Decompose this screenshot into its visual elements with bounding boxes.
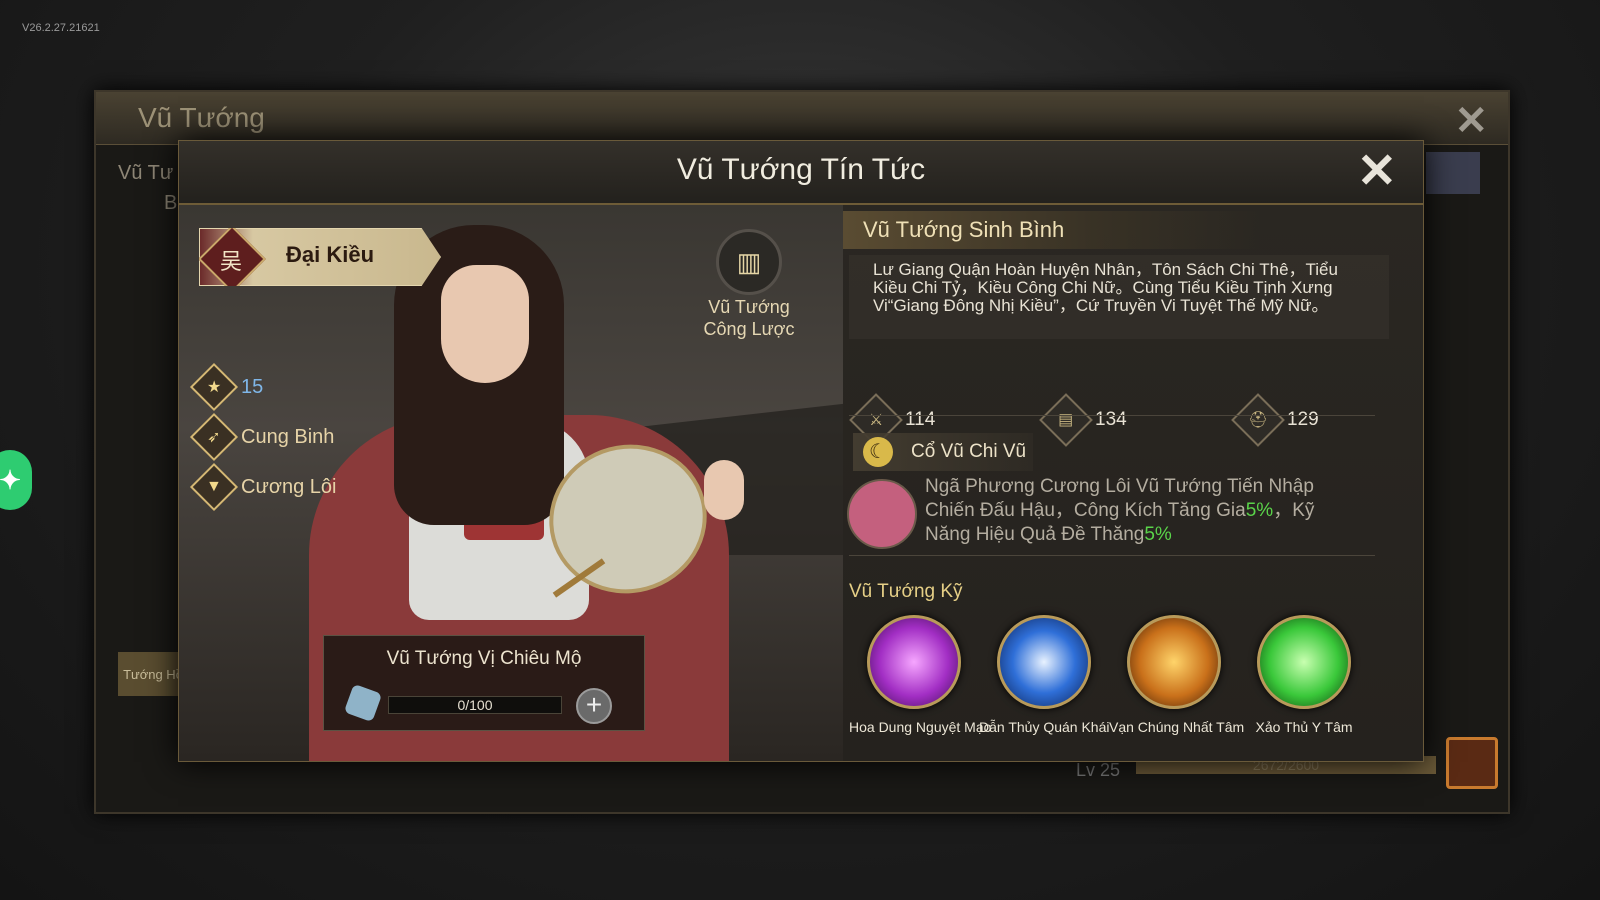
version-label: V26.2.27.21621 xyxy=(22,22,100,34)
recruit-progress-bar: 0/100 xyxy=(388,696,562,714)
strategy-guide-button[interactable]: ▥ Vũ Tướng Công Lược xyxy=(699,229,799,339)
type-icon: ▼ xyxy=(189,462,239,512)
background-level: Lv 25 xyxy=(1076,760,1121,780)
add-shards-button[interactable]: + xyxy=(576,688,612,724)
star-level-row: ★ 15 xyxy=(189,362,264,412)
background-action-button[interactable] xyxy=(1446,737,1498,789)
skill-icon xyxy=(1127,615,1221,709)
hero-info-modal: Vũ Tướng Tín Tức ✕ 吴 Đại Kiều ★ 15 ➶ Cun… xyxy=(178,140,1424,762)
biography-text: Lư Giang Quận Hoàn Huyện Nhân，Tôn Sách C… xyxy=(873,260,1338,315)
passive-value-1: 5% xyxy=(1245,500,1274,521)
app-side-icon[interactable]: ✦ xyxy=(0,450,32,510)
close-icon[interactable]: ✕ xyxy=(1357,143,1397,199)
helmet-icon: ⛑ xyxy=(1231,393,1285,447)
star-icon: ★ xyxy=(189,362,239,412)
class-label: Cung Binh xyxy=(241,425,335,448)
background-tab-label: Vũ Tư xyxy=(118,162,174,184)
recruit-title: Vũ Tướng Vị Chiêu Mộ xyxy=(386,648,582,669)
faction-char: 吴 xyxy=(220,249,243,274)
skills-heading: Vũ Tướng Kỹ xyxy=(849,581,963,602)
skill-label: Xảo Thủ Y Tâm xyxy=(1255,719,1353,735)
skill-dan-thuy-quan-khai[interactable]: Dẫn Thủy Quán Khái xyxy=(979,615,1110,735)
type-row: ▼ Cương Lôi xyxy=(189,462,337,512)
skill-icon xyxy=(1257,615,1351,709)
passive-heading-bar: ☾ Cổ Vũ Chi Vũ xyxy=(853,433,1033,471)
bow-icon: ➶ xyxy=(189,412,239,462)
skill-hoa-dung-nguyet-mao[interactable]: Hoa Dung Nguyệt Mạo xyxy=(849,615,992,735)
passive-value-2: 5% xyxy=(1144,524,1172,545)
attribute-defense: ⛑ 129 xyxy=(1231,393,1319,447)
background-tab-label-2: B xyxy=(164,192,178,214)
hero-info-panel: Vũ Tướng Sinh Bình Lư Giang Quận Hoàn Hu… xyxy=(843,205,1423,761)
skill-icon xyxy=(997,615,1091,709)
skill-van-chung-nhat-tam[interactable]: Vạn Chúng Nhất Tâm xyxy=(1109,615,1245,735)
passive-skill-icon[interactable] xyxy=(847,479,917,549)
skill-label: Dẫn Thủy Quán Khái xyxy=(979,719,1110,735)
skill-icon xyxy=(867,615,961,709)
background-close-icon[interactable]: ✕ xyxy=(1454,98,1488,144)
hero-name-plate: 吴 Đại Kiều xyxy=(199,228,441,286)
skill-label: Hoa Dung Nguyệt Mạo xyxy=(849,719,992,735)
hero-portrait-area: 吴 Đại Kiều ★ 15 ➶ Cung Binh ▼ Cương Lôi … xyxy=(179,205,843,761)
puzzle-piece-icon xyxy=(343,683,383,723)
background-right-panel xyxy=(1426,152,1480,194)
background-tab[interactable]: Vũ Tư B xyxy=(118,158,177,218)
modal-header: Vũ Tướng Tín Tức ✕ xyxy=(179,141,1423,205)
type-label: Cương Lôi xyxy=(241,475,337,498)
passive-name: Cổ Vũ Chi Vũ xyxy=(911,441,1027,462)
biography-box: Lư Giang Quận Hoàn Huyện Nhân，Tôn Sách C… xyxy=(849,255,1389,339)
recruit-box: Vũ Tướng Vị Chiêu Mộ 0/100 + xyxy=(323,635,645,731)
class-row: ➶ Cung Binh xyxy=(189,412,335,462)
hero-name: Đại Kiều xyxy=(286,242,375,267)
biography-heading-bar: Vũ Tướng Sinh Bình xyxy=(843,211,1263,249)
strategy-label-line1: Vũ Tướng xyxy=(708,297,790,317)
scroll-icon: ▥ xyxy=(716,229,782,295)
background-header: Vũ Tướng ✕ xyxy=(96,92,1508,145)
hero-face xyxy=(441,265,529,383)
attribute-intellect: ▤ 134 xyxy=(1039,393,1127,447)
skill-xao-thu-y-tam[interactable]: Xảo Thủ Y Tâm xyxy=(1239,615,1369,735)
passive-description: Ngã Phương Cương Lôi Vũ Tướng Tiến Nhập … xyxy=(925,475,1365,547)
skill-label: Vạn Chúng Nhất Tâm xyxy=(1109,719,1245,735)
book-icon: ▤ xyxy=(1039,393,1093,447)
moon-icon: ☾ xyxy=(863,437,893,467)
modal-title: Vũ Tướng Tín Tức xyxy=(676,153,926,186)
hero-hand xyxy=(704,460,744,520)
divider xyxy=(849,415,1375,416)
star-level-value: 15 xyxy=(241,375,264,398)
biography-heading: Vũ Tướng Sinh Bình xyxy=(863,217,1065,242)
background-title: Vũ Tướng xyxy=(138,102,265,133)
attribute-intellect-value: 134 xyxy=(1095,409,1127,430)
strategy-label-line2: Công Lược xyxy=(703,319,795,339)
attribute-defense-value: 129 xyxy=(1287,409,1319,430)
attribute-attack-value: 114 xyxy=(905,409,936,430)
divider xyxy=(849,555,1375,556)
